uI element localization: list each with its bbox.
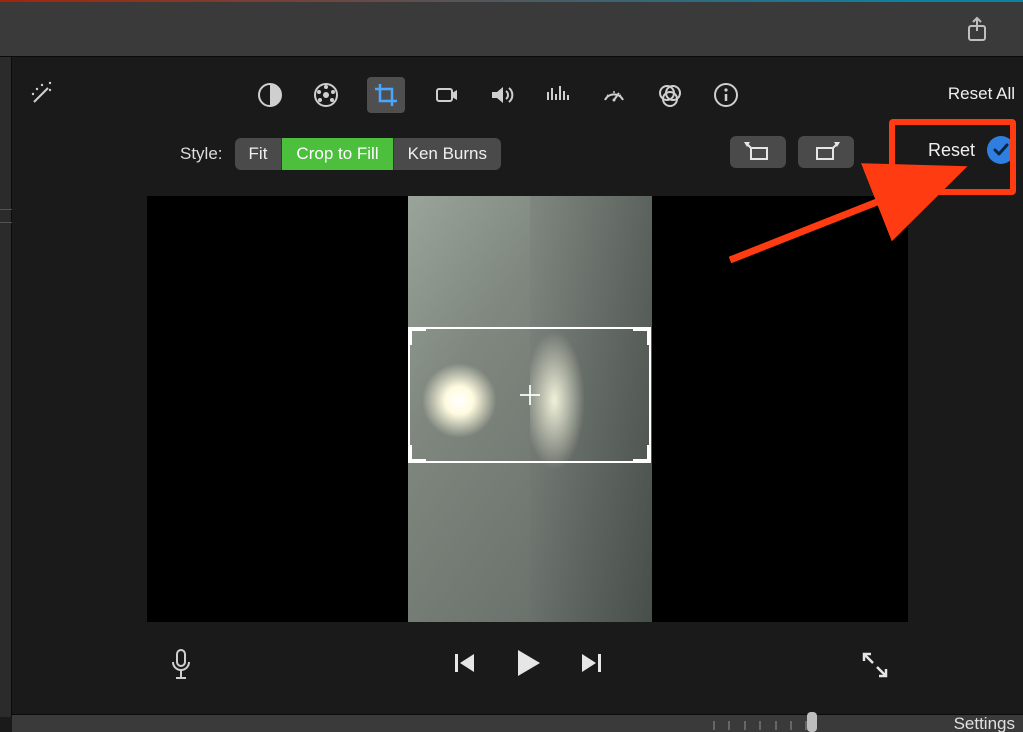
- magic-wand-icon[interactable]: [28, 80, 56, 108]
- info-icon[interactable]: [711, 80, 741, 110]
- crop-icon[interactable]: [367, 77, 405, 113]
- left-rail: [0, 57, 12, 717]
- style-label: Style:: [180, 144, 223, 164]
- previous-frame-button[interactable]: [452, 650, 478, 681]
- style-segmented-control: Fit Crop to Fill Ken Burns: [235, 138, 501, 170]
- rotate-buttons: [730, 136, 854, 168]
- zoom-knob[interactable]: [807, 712, 817, 732]
- color-balance-icon[interactable]: [255, 80, 285, 110]
- stabilization-icon[interactable]: [431, 80, 461, 110]
- playback-bar: [147, 640, 908, 690]
- play-button[interactable]: [512, 647, 544, 684]
- crop-apply-group: Reset: [928, 136, 1015, 164]
- zoom-slider[interactable]: [713, 715, 823, 729]
- title-bar: [0, 2, 1023, 57]
- voiceover-mic-icon[interactable]: [167, 648, 195, 682]
- reset-crop-button[interactable]: Reset: [928, 140, 975, 161]
- color-correction-icon[interactable]: [311, 80, 341, 110]
- crop-style-row: Style: Fit Crop to Fill Ken Burns: [180, 138, 501, 170]
- fullscreen-icon[interactable]: [860, 650, 890, 680]
- volume-icon[interactable]: [487, 80, 517, 110]
- crop-handle-bottom-left[interactable]: [408, 445, 426, 463]
- crop-center-crosshair: [520, 385, 540, 405]
- noise-reduction-icon[interactable]: [543, 80, 573, 110]
- speed-icon[interactable]: [599, 80, 629, 110]
- crop-rectangle[interactable]: [408, 327, 651, 463]
- reset-all-button[interactable]: Reset All: [948, 84, 1015, 104]
- transport-controls: [452, 647, 604, 684]
- crop-handle-top-left[interactable]: [408, 327, 426, 345]
- apply-crop-button[interactable]: [987, 136, 1015, 164]
- next-frame-button[interactable]: [578, 650, 604, 681]
- left-rail-divider: [0, 209, 12, 223]
- style-option-fit[interactable]: Fit: [235, 138, 283, 170]
- video-preview[interactable]: [147, 196, 908, 622]
- crop-handle-bottom-right[interactable]: [633, 445, 651, 463]
- crop-handle-top-right[interactable]: [633, 327, 651, 345]
- settings-button[interactable]: Settings: [954, 714, 1015, 732]
- style-option-ken-burns[interactable]: Ken Burns: [394, 138, 501, 170]
- rotate-cw-button[interactable]: [798, 136, 854, 168]
- bottom-bar: [12, 714, 1023, 732]
- rotate-ccw-button[interactable]: [730, 136, 786, 168]
- share-icon[interactable]: [965, 16, 989, 44]
- clip-filter-icon[interactable]: [655, 80, 685, 110]
- style-option-crop-to-fill[interactable]: Crop to Fill: [282, 138, 393, 170]
- adjustment-toolbar: [255, 77, 741, 113]
